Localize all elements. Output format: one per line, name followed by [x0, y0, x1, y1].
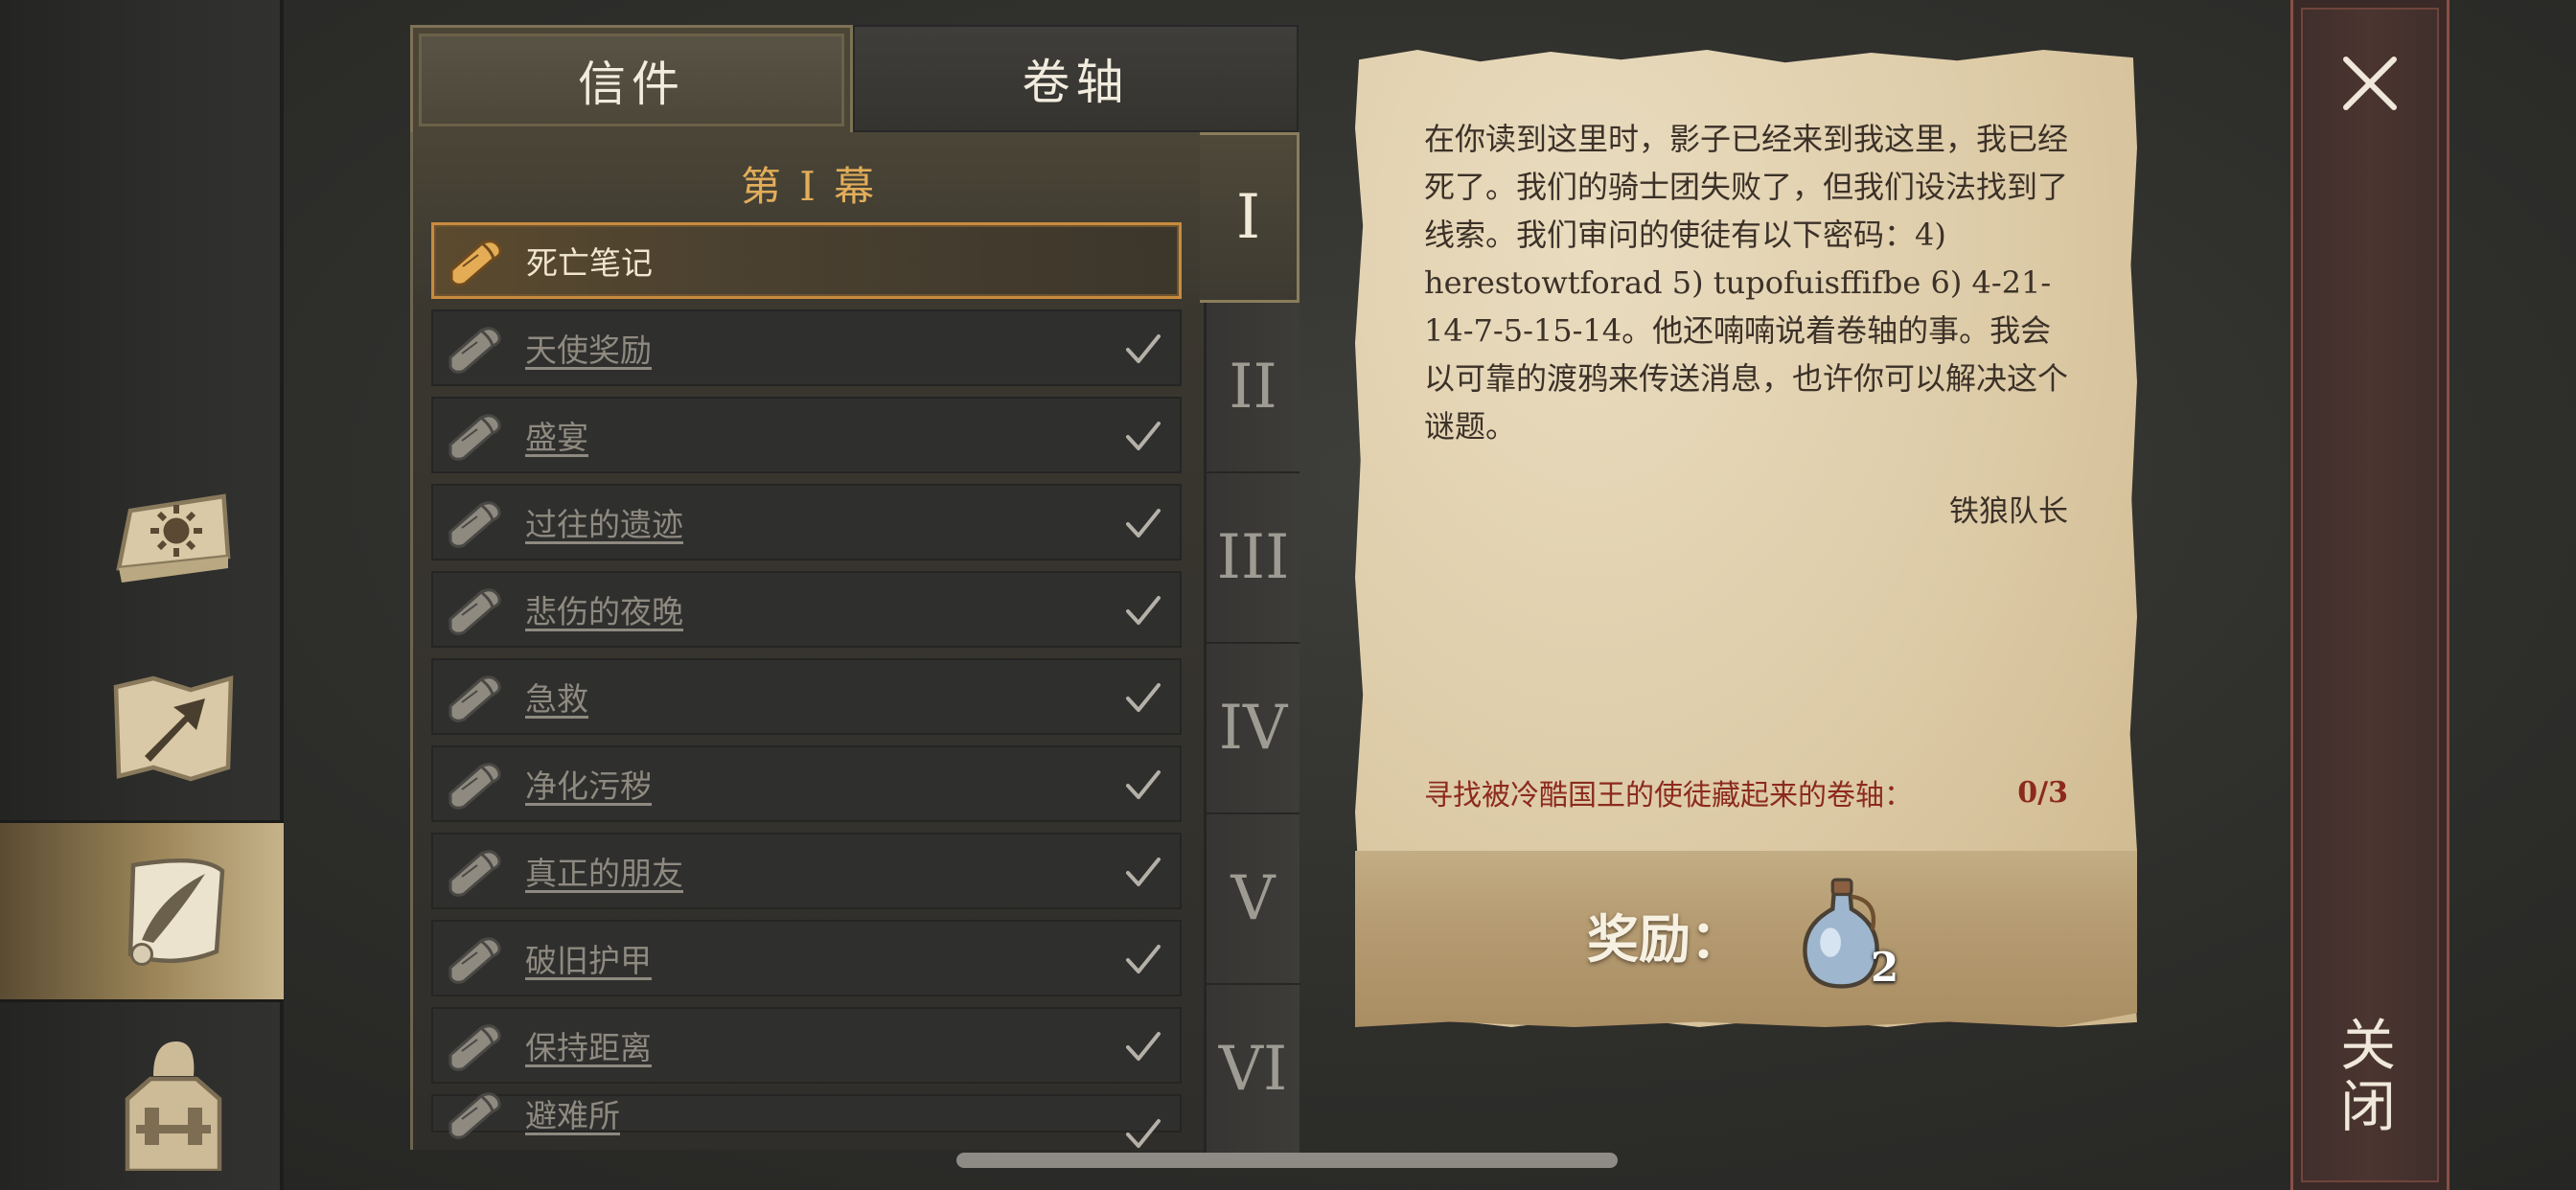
quest-label: 死亡笔记	[526, 244, 653, 282]
sidebar-map-button[interactable]	[0, 636, 284, 818]
scroll-icon	[448, 763, 501, 810]
checkmark-icon	[1126, 858, 1161, 886]
sidebar	[0, 0, 284, 1190]
checkmark-icon	[1126, 945, 1161, 973]
act-button[interactable]: IV	[1204, 644, 1300, 814]
quest-label: 悲伤的夜晚	[525, 593, 683, 630]
close-button-label[interactable]: 关闭	[2331, 1016, 2404, 1138]
checkmark-icon	[1126, 334, 1161, 363]
quest-label: 盛宴	[525, 419, 588, 456]
checkmark-icon	[1126, 1119, 1161, 1148]
act-button[interactable]: VI	[1204, 985, 1300, 1156]
quest-list-item[interactable]: 急救	[431, 658, 1182, 735]
close-icon[interactable]	[2336, 50, 2404, 117]
act-button[interactable]: II	[1204, 303, 1300, 473]
scroll-quill-icon	[127, 858, 225, 966]
quest-label: 真正的朋友	[525, 855, 683, 892]
quest-list-item[interactable]: 真正的朋友	[431, 833, 1182, 909]
close-panel[interactable]	[2290, 0, 2450, 1190]
quest-list-item[interactable]: 保持距离	[431, 1007, 1182, 1084]
quest-label: 保持距离	[525, 1029, 652, 1066]
map-arrow-icon	[113, 675, 234, 782]
quest-list-item[interactable]: 天使奖励	[431, 309, 1182, 386]
quest-list-item[interactable]: 避难所	[431, 1092, 1182, 1148]
quest-list-item[interactable]: 过往的遗迹	[431, 484, 1182, 561]
act-button[interactable]: I	[1200, 132, 1300, 303]
quest-list-item[interactable]: 破旧护甲	[431, 920, 1182, 996]
quest-list-item[interactable]: 悲伤的夜晚	[431, 571, 1182, 648]
checkmark-icon	[1126, 683, 1161, 712]
scroll-icon	[448, 850, 501, 897]
act-button[interactable]: V	[1204, 814, 1300, 985]
scroll-icon	[448, 588, 501, 635]
quest-list-item[interactable]: 净化污秽	[431, 745, 1182, 822]
sidebar-character-button[interactable]	[0, 1008, 284, 1190]
sidebar-quests-button[interactable]	[0, 820, 284, 1002]
checkmark-icon	[1126, 596, 1161, 625]
reward-band	[1355, 851, 2137, 1027]
quest-label: 急救	[525, 680, 588, 718]
letter-signature: 铁狼队长	[1949, 494, 2068, 529]
tab-letters[interactable]: 信件	[410, 25, 853, 132]
sidebar-journal-button[interactable]	[0, 448, 284, 630]
act-selector: I II III IV V VI	[1200, 132, 1300, 1156]
checkmark-icon	[1126, 770, 1161, 799]
character-armor-icon	[125, 1041, 222, 1171]
quest-label: 破旧护甲	[525, 942, 652, 979]
scroll-icon	[448, 937, 501, 984]
tab-scrolls[interactable]: 卷轴	[853, 25, 1299, 132]
quest-objective: 寻找被冷酷国王的使徒藏起来的卷轴： 0/3	[1424, 768, 2068, 816]
checkmark-icon	[1126, 509, 1161, 538]
scroll-icon	[448, 414, 501, 461]
scroll-icon	[448, 501, 501, 548]
reward-quantity: 2	[1871, 944, 1899, 991]
scroll-icon	[448, 1092, 501, 1139]
act-button[interactable]: III	[1204, 473, 1300, 644]
scroll-icon	[448, 327, 501, 374]
quest-list-item[interactable]: 死亡笔记	[431, 222, 1182, 299]
letter-body: 在你读到这里时，影子已经来到我这里，我已经死了。我们的骑士团失败了，但我们设法找…	[1424, 121, 2069, 445]
scroll-icon	[448, 1024, 501, 1071]
objective-text: 寻找被冷酷国王的使徒藏起来的卷轴：	[1424, 779, 1913, 812]
reward-label: 奖励：	[1587, 908, 1742, 970]
scroll-icon	[448, 675, 501, 722]
quest-label: 净化污秽	[525, 767, 652, 805]
checkmark-icon	[1126, 422, 1161, 450]
quest-list-item[interactable]: 盛宴	[431, 397, 1182, 473]
quest-label: 避难所	[525, 1097, 620, 1134]
sun-book-icon	[116, 493, 231, 583]
quest-label: 过往的遗迹	[525, 506, 683, 543]
home-indicator[interactable]	[956, 1153, 1618, 1168]
checkmark-icon	[1126, 1032, 1161, 1061]
act-title: 第 I 幕	[740, 162, 878, 210]
quest-label: 天使奖励	[525, 332, 652, 369]
scroll-icon	[449, 240, 502, 286]
objective-count: 0/3	[2017, 775, 2068, 810]
